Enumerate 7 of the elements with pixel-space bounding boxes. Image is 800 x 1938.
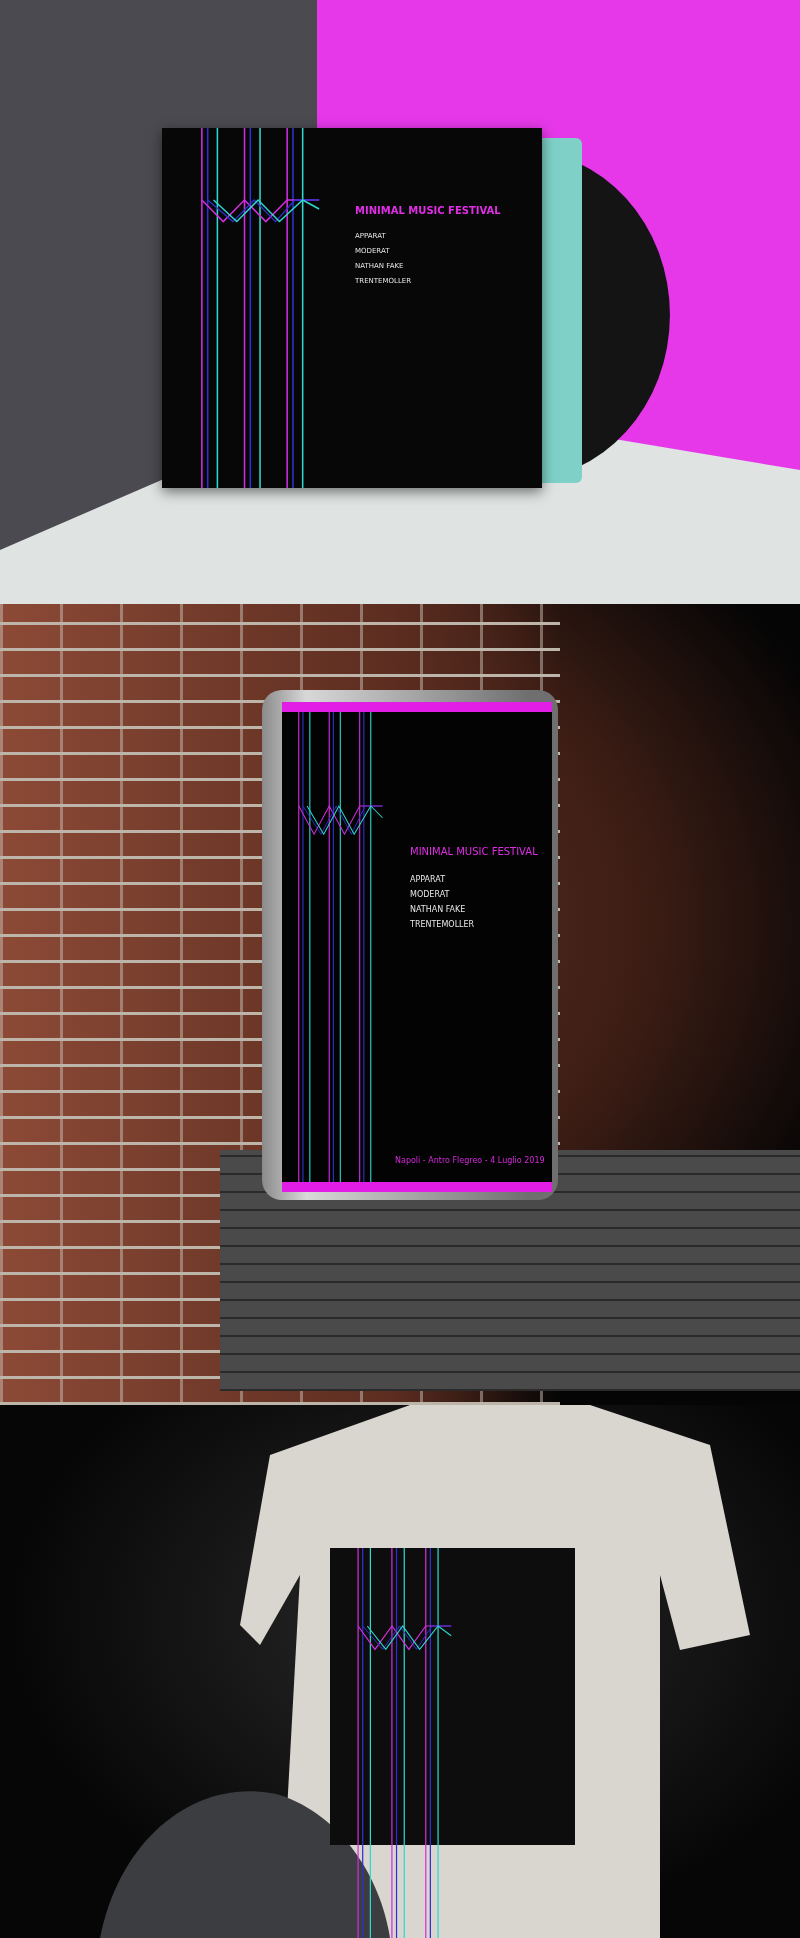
artist-name: TRENTEMOLLER xyxy=(410,920,476,929)
artist-name: NATHAN FAKE xyxy=(410,905,467,914)
artist-name: MODERAT xyxy=(410,890,451,899)
event-details: Napoli - Antro Flegreo - 4 Luglio 2019 xyxy=(395,1156,545,1165)
artist-name: APPARAT xyxy=(410,875,447,884)
festival-title: MINIMAL MUSIC FESTIVAL xyxy=(355,205,501,216)
festival-title: MINIMAL MUSIC FESTIVAL xyxy=(410,846,538,857)
